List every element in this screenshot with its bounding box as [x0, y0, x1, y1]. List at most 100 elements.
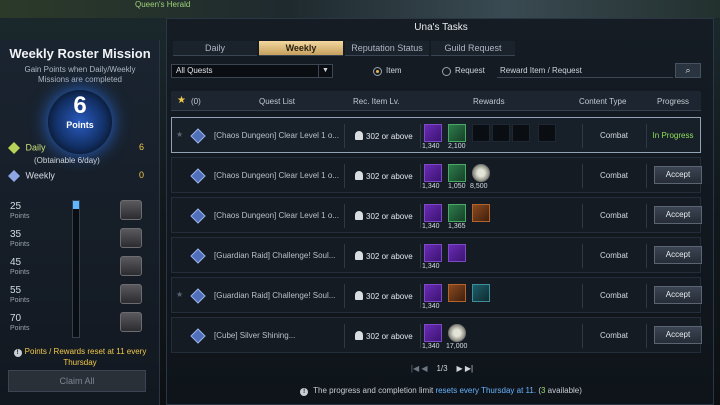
rec-item-lv: 302 or above: [355, 291, 413, 301]
rec-item-lv: 302 or above: [355, 131, 413, 141]
content-type: Combat: [599, 171, 628, 180]
daily-obtainable: (Obtainable 6/day): [34, 156, 100, 165]
reward-slot[interactable]: [448, 284, 466, 302]
content-type: Combat: [599, 251, 628, 260]
quest-diamond-icon: [190, 288, 206, 304]
search-button[interactable]: ⌕: [675, 63, 701, 78]
col-progress: Progress: [657, 97, 690, 106]
weekly-roster-panel: Weekly Roster Mission Gain Points when D…: [0, 40, 160, 405]
helmet-icon: [355, 131, 363, 140]
accept-button[interactable]: Accept: [654, 326, 702, 344]
col-quest-list: Quest List: [259, 97, 296, 106]
accept-button[interactable]: Accept: [654, 206, 702, 224]
table-row[interactable]: [Guardian Raid] Challenge! Soul... 302 o…: [171, 237, 702, 273]
tab-guild-request[interactable]: Guild Request: [431, 41, 515, 56]
reward-slot[interactable]: [472, 284, 490, 302]
helmet-icon: [355, 331, 363, 340]
content-type: Combat: [599, 211, 628, 220]
accept-button[interactable]: Accept: [654, 166, 702, 184]
quest-name: [Chaos Dungeon] Clear Level 1 o...: [214, 211, 339, 220]
quest-diamond-icon: [190, 328, 206, 344]
tab-weekly[interactable]: Weekly: [259, 41, 343, 56]
reward-slot[interactable]: [448, 244, 466, 262]
info-icon: !: [300, 388, 309, 396]
weekly-diamond-icon: [8, 170, 20, 182]
reward-slot[interactable]: [448, 124, 466, 142]
chest-icon[interactable]: [120, 200, 142, 220]
table-row[interactable]: [Cube] Silver Shining... 302 or above 1,…: [171, 317, 702, 353]
reward-slot[interactable]: [472, 204, 490, 222]
daily-row: Daily 6: [8, 142, 154, 154]
table-row[interactable]: [Chaos Dungeon] Clear Level 1 o... 302 o…: [171, 197, 702, 233]
reward-slot[interactable]: [448, 204, 466, 222]
points-label: Points: [66, 120, 94, 130]
chest-icon[interactable]: [120, 228, 142, 248]
table-row[interactable]: ★ [Guardian Raid] Challenge! Soul... 302…: [171, 277, 702, 313]
reward-slot[interactable]: [448, 324, 466, 342]
tier-track: 25 Points 35 Points 45 Points 55 Points 70 Po…: [0, 192, 160, 338]
reward-slot[interactable]: [424, 284, 442, 302]
chest-icon[interactable]: [120, 312, 142, 332]
favorite-star-icon[interactable]: ★: [177, 95, 186, 106]
reward-count: 1,340: [422, 183, 440, 190]
content-type: Combat: [599, 131, 628, 140]
radio-request[interactable]: [442, 67, 451, 76]
tier-progress-bar: [72, 200, 80, 338]
next-page-icon[interactable]: ▶: [456, 364, 462, 373]
accept-button[interactable]: Accept: [654, 286, 702, 304]
progress-status: In Progress: [652, 131, 694, 140]
chest-icon[interactable]: [120, 256, 142, 276]
tier-70: 70 Points: [10, 313, 30, 333]
table-header: ★ (0) Quest List Rec. Item Lv. Rewards C…: [171, 91, 701, 111]
reset-info-note: ! The progress and completion limit rese…: [167, 386, 715, 396]
reward-slot[interactable]: [472, 164, 490, 182]
reward-count: 1,340: [422, 303, 440, 310]
reward-count: 1,365: [448, 223, 466, 230]
reward-count: 1,340: [422, 143, 440, 150]
rec-item-lv: 302 or above: [355, 211, 413, 221]
quest-filter-select[interactable]: All Quests ▼: [171, 64, 333, 78]
reward-slot: [472, 124, 490, 142]
accept-button[interactable]: Accept: [654, 246, 702, 264]
tier-25: 25 Points: [10, 201, 30, 221]
quest-diamond-icon: [190, 208, 206, 224]
reward-count: 1,340: [422, 263, 440, 270]
reward-slot[interactable]: [424, 164, 442, 182]
last-page-icon[interactable]: ▶|: [465, 364, 473, 373]
prev-page-icon[interactable]: ◀: [421, 364, 427, 373]
favorite-star-icon[interactable]: ★: [176, 130, 183, 139]
top-bar: [0, 0, 720, 18]
first-page-icon[interactable]: |◀: [411, 364, 419, 373]
reward-count: 8,500: [470, 183, 488, 190]
reward-slot[interactable]: [448, 164, 466, 182]
weekly-value: 0: [138, 170, 144, 180]
helmet-icon: [355, 211, 363, 220]
daily-label: Daily: [25, 142, 46, 153]
radio-item[interactable]: [373, 67, 382, 76]
chest-icon[interactable]: [120, 284, 142, 304]
search-input[interactable]: Reward Item / Request: [497, 64, 673, 78]
content-type: Combat: [599, 331, 628, 340]
reward-slot[interactable]: [424, 124, 442, 142]
reset-note: ! Points / Rewards reset at 11 every Thur…: [10, 346, 150, 368]
reward-slot[interactable]: [424, 204, 442, 222]
window-title: Una's Tasks: [414, 22, 468, 33]
tab-daily[interactable]: Daily: [173, 41, 257, 56]
rec-item-lv: 302 or above: [355, 251, 413, 261]
rec-item-lv: 302 or above: [355, 331, 413, 341]
rec-item-lv: 302 or above: [355, 171, 413, 181]
favorite-star-icon[interactable]: ★: [176, 290, 183, 299]
tier-progress-fill: [73, 201, 79, 209]
table-row[interactable]: [Chaos Dungeon] Clear Level 1 o... 302 o…: [171, 157, 702, 193]
quest-name: [Cube] Silver Shining...: [214, 331, 296, 340]
claim-all-button[interactable]: Claim All: [8, 370, 146, 392]
reward-count: 1,340: [422, 223, 440, 230]
table-row[interactable]: ★ [Chaos Dungeon] Clear Level 1 o... 302…: [171, 117, 701, 153]
daily-value: 6: [138, 142, 144, 152]
tier-55: 55 Points: [10, 285, 30, 305]
reward-slot[interactable]: [424, 324, 442, 342]
quest-diamond-icon: [190, 248, 206, 264]
reward-slot[interactable]: [424, 244, 442, 262]
tab-reputation-status[interactable]: Reputation Status: [345, 41, 429, 56]
chevron-down-icon: ▼: [318, 65, 332, 77]
